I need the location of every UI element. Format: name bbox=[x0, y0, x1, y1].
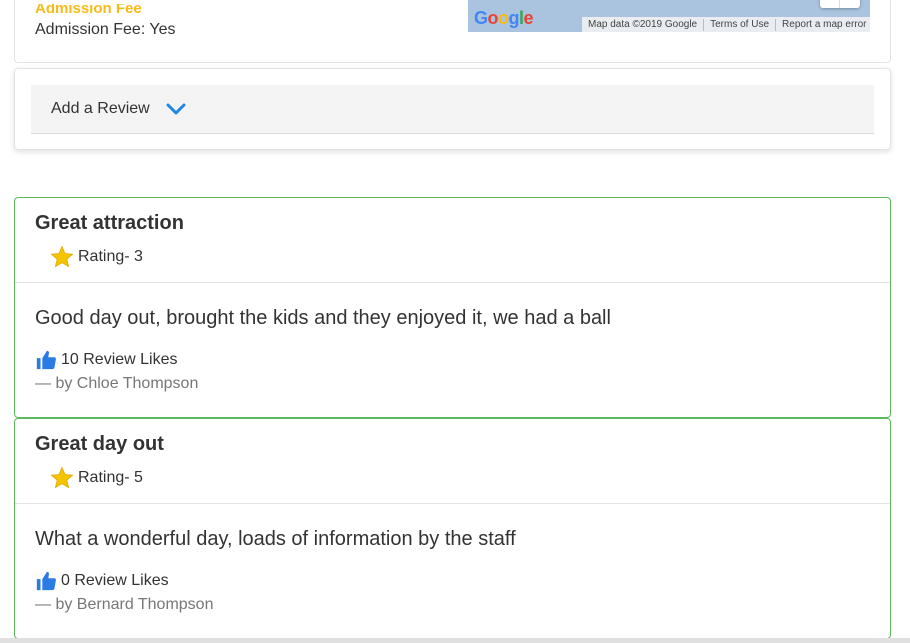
review-card: Great attraction Rating- 3 Good day out,… bbox=[14, 197, 891, 418]
rating-label: Rating- 3 bbox=[78, 248, 143, 265]
review-title: Great attraction bbox=[35, 212, 184, 234]
thumbs-up-icon bbox=[36, 350, 56, 370]
map-data-attribution: Map data ©2019 Google bbox=[582, 18, 705, 31]
chevron-down-icon bbox=[166, 103, 186, 115]
star-icon bbox=[50, 466, 74, 489]
review-likes-count: 10 Review Likes bbox=[61, 351, 178, 368]
review-rating: Rating- 5 bbox=[50, 466, 143, 490]
star-icon bbox=[50, 245, 74, 268]
map-attribution-bar: Map data ©2019 Google Terms of Use Repor… bbox=[582, 17, 870, 32]
review-likes-button[interactable]: 10 Review Likes bbox=[35, 349, 178, 371]
thumbs-up-icon bbox=[36, 571, 56, 591]
google-logo: Google bbox=[474, 8, 534, 28]
review-rating: Rating- 3 bbox=[50, 245, 143, 269]
map-report-error-link[interactable]: Report a map error bbox=[776, 19, 870, 31]
map-zoom-control[interactable] bbox=[820, 0, 860, 8]
map-terms-link[interactable]: Terms of Use bbox=[704, 18, 777, 31]
google-map[interactable]: Google Map data ©2019 Google Terms of Us… bbox=[468, 0, 870, 32]
review-header: Great day out Rating- 5 bbox=[15, 419, 890, 504]
review-body: Good day out, brought the kids and they … bbox=[15, 283, 890, 416]
review-card: Great day out Rating- 5 What a wonderful… bbox=[14, 418, 891, 639]
review-likes-count: 0 Review Likes bbox=[61, 572, 169, 589]
review-text: What a wonderful day, loads of informati… bbox=[35, 528, 516, 550]
review-header: Great attraction Rating- 3 bbox=[15, 198, 890, 283]
review-likes-button[interactable]: 0 Review Likes bbox=[35, 570, 169, 592]
add-review-panel: Add a Review bbox=[14, 68, 891, 150]
review-author: — by Chloe Thompson bbox=[35, 375, 199, 392]
review-title: Great day out bbox=[35, 433, 164, 455]
add-review-label: Add a Review bbox=[51, 100, 150, 117]
review-text: Good day out, brought the kids and they … bbox=[35, 307, 611, 329]
add-review-toggle[interactable]: Add a Review bbox=[31, 85, 874, 134]
review-body: What a wonderful day, loads of informati… bbox=[15, 504, 890, 637]
admission-fee-heading: Admission Fee bbox=[35, 4, 142, 17]
next-card-edge bbox=[0, 638, 910, 643]
admission-fee-value: Admission Fee: Yes bbox=[35, 21, 176, 38]
review-author: — by Bernard Thompson bbox=[35, 596, 214, 613]
rating-label: Rating- 5 bbox=[78, 469, 143, 486]
